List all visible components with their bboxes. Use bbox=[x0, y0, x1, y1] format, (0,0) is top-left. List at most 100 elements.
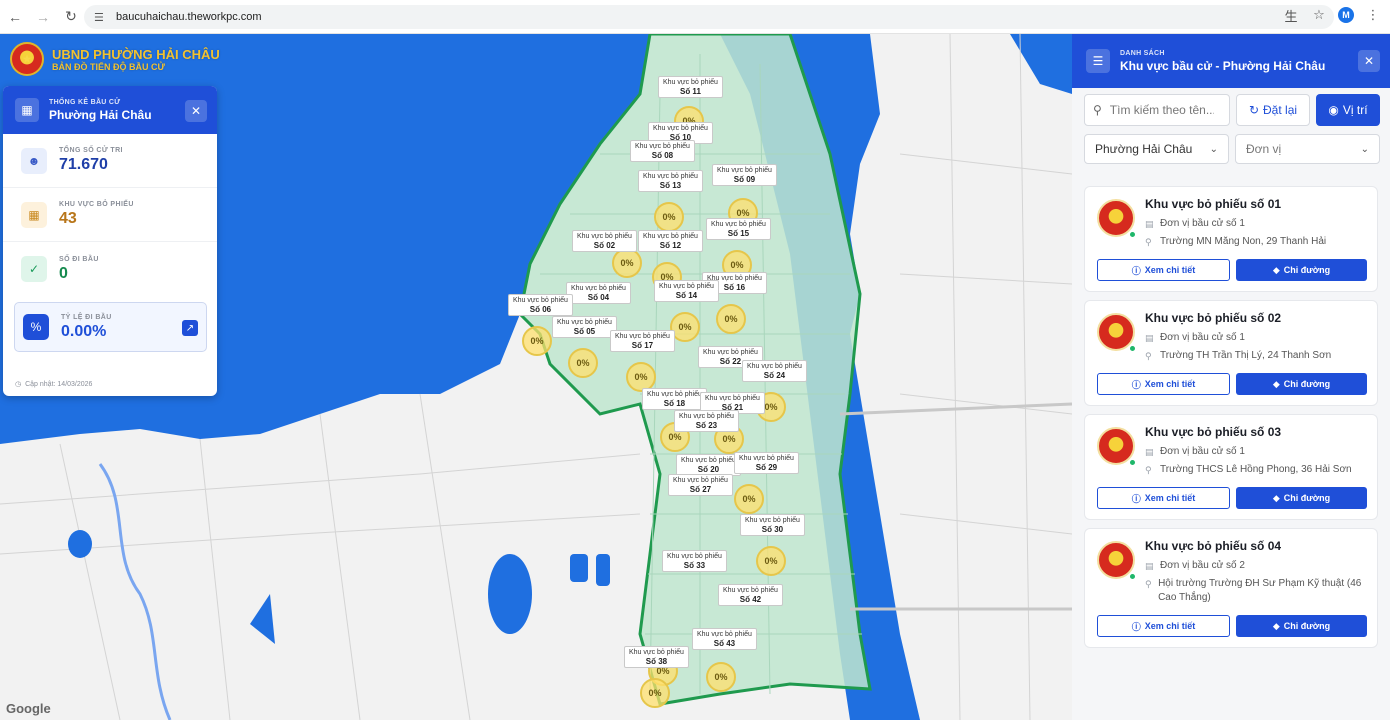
polling-area-label[interactable]: Khu vực bỏ phiếu Số 02 bbox=[572, 230, 637, 252]
sidebar-header-small: DANH SÁCH bbox=[1120, 49, 1165, 57]
directions-button[interactable]: ◆ Chỉ đường bbox=[1236, 615, 1367, 637]
stat-voted: ✓ SỐ ĐI BẦU 0 bbox=[3, 242, 217, 296]
sidebar-toolbar: ⚲ ↻ Đặt lại ◉ Vị trí bbox=[1084, 94, 1380, 126]
polling-area-label[interactable]: Khu vực bỏ phiếu Số 15 bbox=[706, 218, 771, 240]
users-icon: ☻ bbox=[21, 147, 47, 174]
polling-area-list: Khu vực bỏ phiếu số 01 ▤ Đơn vị bầu cử số… bbox=[1084, 186, 1378, 656]
directions-button[interactable]: ◆ Chỉ đường bbox=[1236, 487, 1367, 509]
percent-icon: % bbox=[23, 314, 49, 340]
sidebar-header-title: Khu vực bầu cử - Phường Hải Châu bbox=[1120, 58, 1326, 73]
map-pin-icon: ⚲ bbox=[1145, 465, 1152, 475]
card-title: Khu vực bỏ phiếu số 01 bbox=[1145, 197, 1282, 211]
map-pin-icon: ⚲ bbox=[1145, 351, 1152, 361]
polling-area-label[interactable]: Khu vực bỏ phiếu Số 24 bbox=[742, 360, 807, 382]
close-icon[interactable]: ✕ bbox=[1358, 50, 1380, 72]
directions-button[interactable]: ◆ Chỉ đường bbox=[1236, 259, 1367, 281]
close-icon[interactable]: ✕ bbox=[185, 100, 207, 122]
document-icon: ▤ bbox=[1145, 333, 1154, 343]
translate-icon[interactable]: 生 bbox=[1282, 6, 1300, 24]
reload-icon[interactable]: ↻ bbox=[58, 4, 84, 30]
stat-total-voters: ☻ TỔNG SỐ CỬ TRI 71.670 bbox=[3, 134, 217, 188]
map-marker[interactable]: 0% bbox=[522, 326, 552, 356]
polling-area-label[interactable]: Khu vực bỏ phiếu Số 13 bbox=[638, 170, 703, 192]
polling-area-label[interactable]: Khu vực bỏ phiếu Số 33 bbox=[662, 550, 727, 572]
list-item[interactable]: Khu vực bỏ phiếu số 03 ▤ Đơn vị bầu cử số… bbox=[1084, 414, 1378, 520]
map-marker[interactable]: 0% bbox=[734, 484, 764, 514]
directions-icon: ◆ bbox=[1272, 620, 1280, 631]
stat-turnout-rate: % TỶ LỆ ĐI BẦU 0.00% ↗ bbox=[14, 302, 207, 352]
button-label: Chỉ đường bbox=[1283, 265, 1331, 275]
status-dot bbox=[1129, 459, 1136, 466]
polling-area-label[interactable]: Khu vực bỏ phiếu Số 08 bbox=[630, 140, 695, 162]
locate-button[interactable]: ◉ Vị trí bbox=[1316, 94, 1380, 126]
external-link-icon[interactable]: ↗ bbox=[182, 320, 198, 336]
status-dot bbox=[1129, 345, 1136, 352]
view-detail-button[interactable]: ⓘ Xem chi tiết bbox=[1097, 373, 1230, 395]
polling-area-label[interactable]: Khu vực bỏ phiếu Số 23 bbox=[674, 410, 739, 432]
map-marker[interactable]: 0% bbox=[612, 248, 642, 278]
stat-value: 0 bbox=[59, 264, 68, 282]
menu-kebab-icon[interactable]: ⋮ bbox=[1364, 6, 1382, 24]
directions-button[interactable]: ◆ Chỉ đường bbox=[1236, 373, 1367, 395]
map-marker[interactable]: 0% bbox=[756, 546, 786, 576]
list-item[interactable]: Khu vực bỏ phiếu số 02 ▤ Đơn vị bầu cử số… bbox=[1084, 300, 1378, 406]
view-detail-button[interactable]: ⓘ Xem chi tiết bbox=[1097, 487, 1230, 509]
info-icon: ⓘ bbox=[1131, 621, 1141, 632]
polling-area-label[interactable]: Khu vực bỏ phiếu Số 05 bbox=[552, 316, 617, 338]
forward-icon[interactable]: → bbox=[30, 4, 56, 30]
map-marker[interactable]: 0% bbox=[640, 678, 670, 708]
polling-area-label[interactable]: Khu vực bỏ phiếu Số 43 bbox=[692, 628, 757, 650]
search-box[interactable]: ⚲ bbox=[1084, 94, 1230, 126]
polling-area-label[interactable]: Khu vực bỏ phiếu Số 30 bbox=[740, 514, 805, 536]
polling-area-label[interactable]: Khu vực bỏ phiếu Số 42 bbox=[718, 584, 783, 606]
site-settings-icon[interactable]: ☰ bbox=[94, 11, 108, 24]
map-marker[interactable]: 0% bbox=[716, 304, 746, 334]
reset-label: Đặt lại bbox=[1263, 103, 1298, 117]
card-title: Khu vực bỏ phiếu số 03 bbox=[1145, 425, 1282, 439]
polling-area-label[interactable]: Khu vực bỏ phiếu Số 12 bbox=[638, 230, 703, 252]
card-unit: Đơn vị bầu cử số 2 bbox=[1160, 560, 1245, 571]
stat-label: KHU VỰC BỎ PHIẾU bbox=[59, 201, 134, 208]
search-input[interactable] bbox=[1109, 103, 1214, 117]
clock-icon: ◷ bbox=[15, 381, 22, 388]
map-marker[interactable]: 0% bbox=[654, 202, 684, 232]
polling-area-label[interactable]: Khu vực bỏ phiếu Số 29 bbox=[734, 452, 799, 474]
polling-area-label[interactable]: Khu vực bỏ phiếu Số 38 bbox=[624, 646, 689, 668]
updated-text: Cập nhật: 14/03/2026 bbox=[25, 380, 93, 388]
button-label: Xem chi tiết bbox=[1144, 265, 1196, 275]
bar-chart-icon: ▦ bbox=[15, 98, 39, 122]
bookmark-star-icon[interactable]: ☆ bbox=[1310, 6, 1328, 24]
map-marker[interactable]: 0% bbox=[568, 348, 598, 378]
view-detail-button[interactable]: ⓘ Xem chi tiết bbox=[1097, 259, 1230, 281]
map-marker[interactable]: 0% bbox=[706, 662, 736, 692]
ward-select[interactable]: Phường Hải Châu ⌄ bbox=[1084, 134, 1229, 164]
polling-area-label[interactable]: Khu vực bỏ phiếu Số 27 bbox=[668, 474, 733, 496]
profile-avatar[interactable]: M bbox=[1338, 7, 1354, 23]
stat-polling-areas: ▦ KHU VỰC BỎ PHIẾU 43 bbox=[3, 188, 217, 242]
polling-area-label[interactable]: Khu vực bỏ phiếu Số 18 bbox=[642, 388, 707, 410]
polling-area-label[interactable]: Khu vực bỏ phiếu Số 06 bbox=[508, 294, 573, 316]
view-detail-button[interactable]: ⓘ Xem chi tiết bbox=[1097, 615, 1230, 637]
unit-select[interactable]: Đơn vị ⌄ bbox=[1235, 134, 1380, 164]
sidebar: ☰ DANH SÁCH Khu vực bầu cử - Phường Hải … bbox=[1072, 34, 1390, 720]
search-icon: ⚲ bbox=[1093, 103, 1102, 117]
address-bar[interactable]: ☰ baucuhaichau.theworkpc.com bbox=[84, 5, 1334, 29]
list-item[interactable]: Khu vực bỏ phiếu số 01 ▤ Đơn vị bầu cử số… bbox=[1084, 186, 1378, 292]
reset-button[interactable]: ↻ Đặt lại bbox=[1236, 94, 1310, 126]
polling-area-label[interactable]: Khu vực bỏ phiếu Số 11 bbox=[658, 76, 723, 98]
locate-label: Vị trí bbox=[1342, 103, 1368, 117]
brand-title: UBND PHƯỜNG HẢI CHÂU bbox=[52, 46, 220, 62]
polling-area-label[interactable]: Khu vực bỏ phiếu Số 04 bbox=[566, 282, 631, 304]
back-icon[interactable]: ← bbox=[2, 4, 28, 30]
polling-area-label[interactable]: Khu vực bỏ phiếu Số 20 bbox=[676, 454, 741, 476]
polling-area-label[interactable]: Khu vực bỏ phiếu Số 09 bbox=[712, 164, 777, 186]
polling-area-label[interactable]: Khu vực bỏ phiếu Số 14 bbox=[654, 280, 719, 302]
filter-selects: Phường Hải Châu ⌄ Đơn vị ⌄ bbox=[1084, 134, 1380, 164]
document-icon: ▤ bbox=[1145, 447, 1154, 457]
directions-icon: ◆ bbox=[1272, 492, 1280, 503]
polling-area-label[interactable]: Khu vực bỏ phiếu Số 17 bbox=[610, 330, 675, 352]
list-item[interactable]: Khu vực bỏ phiếu số 04 ▤ Đơn vị bầu cử số… bbox=[1084, 528, 1378, 648]
map-pin-icon: ⚲ bbox=[1145, 579, 1152, 589]
stat-value: 43 bbox=[59, 210, 77, 227]
brand-header: ★ UBND PHƯỜNG HẢI CHÂU BẢN ĐỒ TIẾN ĐỘ BẦ… bbox=[10, 42, 220, 76]
